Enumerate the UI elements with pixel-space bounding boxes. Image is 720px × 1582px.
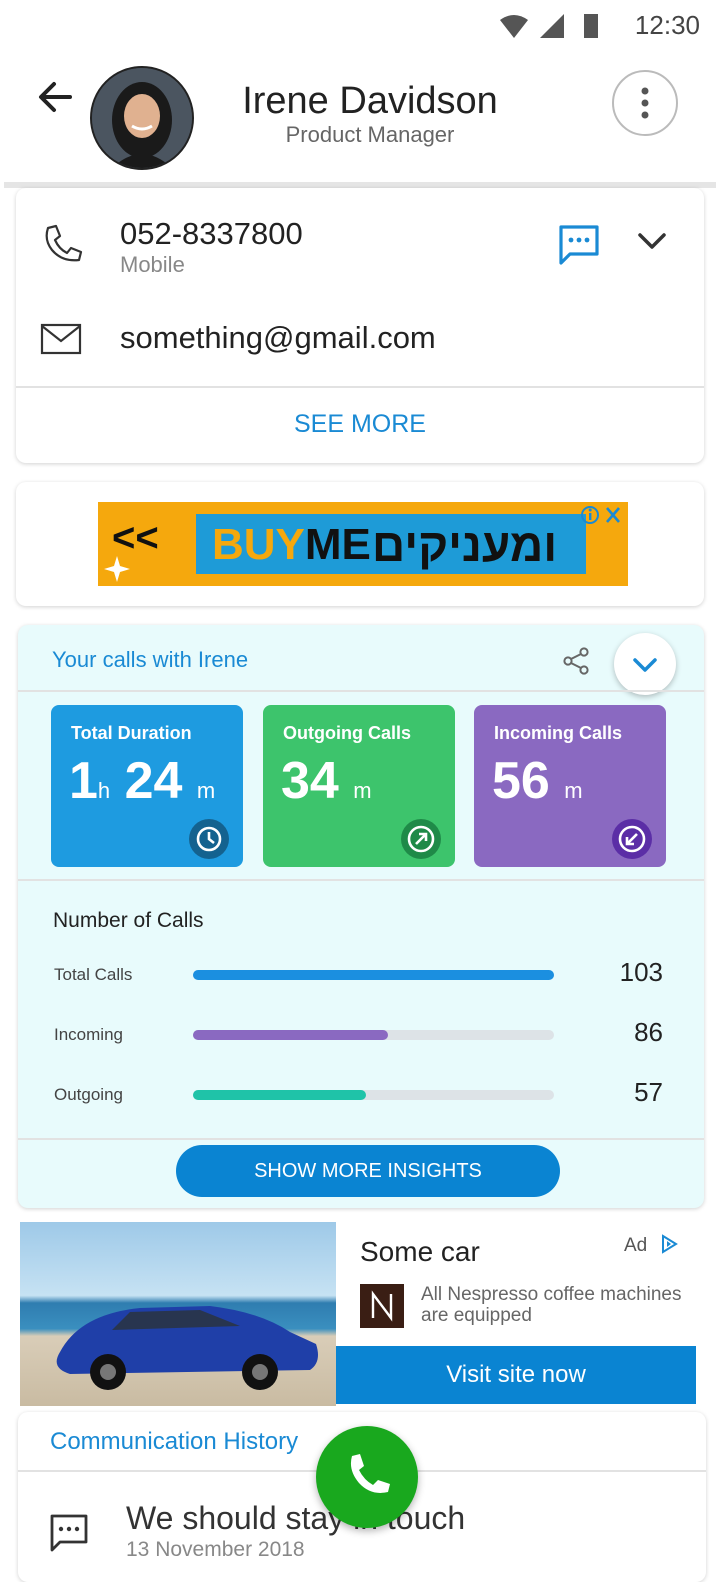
bar-label: Total Calls	[54, 965, 133, 984]
banner-arrows: <<	[112, 516, 159, 560]
battery-icon	[584, 14, 598, 38]
tile-label: Total Duration	[71, 723, 192, 743]
ad-badge-label: Ad	[624, 1235, 648, 1256]
ad-title[interactable]: Some car	[360, 1236, 480, 1268]
bar-label: Outgoing	[54, 1085, 123, 1104]
bar-value: 103	[619, 957, 663, 987]
back-arrow-icon[interactable]	[30, 72, 80, 122]
status-time: 12:30	[634, 10, 700, 40]
signal-icon	[540, 14, 564, 38]
outgoing-calls-tile[interactable]: Outgoing Calls 34 m	[263, 705, 455, 867]
outgoing-bar	[193, 1090, 554, 1100]
avatar-photo	[92, 68, 192, 168]
phone-icon	[350, 1454, 390, 1493]
ad-image[interactable]	[20, 1222, 336, 1406]
banner-ad[interactable]: << BUYME ומעניקים	[98, 502, 628, 586]
banner-hebrew-text: ומעניקים	[372, 519, 558, 571]
tile-label: Incoming Calls	[494, 723, 623, 743]
tile-label: Outgoing Calls	[283, 723, 411, 743]
tile-minutes: 56	[492, 752, 550, 810]
incoming-calls-tile[interactable]: Incoming Calls 56 m	[474, 705, 666, 867]
banner-brand-buy: BUY	[212, 520, 305, 569]
clock-icon	[189, 819, 229, 859]
status-icons	[500, 14, 598, 38]
tile-value: 56 m	[492, 751, 583, 811]
bar-label: Incoming	[54, 1025, 123, 1044]
bar-fill	[193, 1090, 367, 1100]
expand-calls-button[interactable]	[614, 633, 676, 695]
bar-fill	[193, 1030, 388, 1040]
see-more-button[interactable]: SEE MORE	[16, 410, 704, 439]
outgoing-arrow-icon	[401, 819, 441, 859]
tile-minutes-unit: m	[564, 778, 583, 803]
bar-value: 86	[634, 1017, 663, 1047]
ad-choices-icon[interactable]	[580, 504, 626, 526]
tiles-divider	[18, 879, 704, 881]
contact-header: Irene Davidson Product Manager	[0, 52, 720, 182]
status-bar: 12:30	[0, 0, 720, 52]
tile-minutes: 34	[281, 752, 339, 810]
ad-choices-icon	[661, 1234, 678, 1254]
email-address[interactable]: something@gmail.com	[120, 320, 436, 356]
history-date: 13 November 2018	[126, 1538, 305, 1561]
sparkle-icon	[104, 556, 130, 582]
incoming-arrow-icon	[612, 819, 652, 859]
number-of-calls-title: Number of Calls	[53, 909, 204, 932]
logo-mark	[371, 1290, 393, 1322]
phone-type-label: Mobile	[120, 252, 185, 277]
tile-hours-unit: h	[97, 778, 111, 803]
tile-hours: 1	[69, 752, 98, 810]
bars-divider	[18, 1138, 704, 1140]
native-ad[interactable]: Some car Ad All Nespresso coffee machine…	[20, 1222, 700, 1406]
phone-number[interactable]: 052-8337800	[120, 216, 303, 252]
chevron-down-icon[interactable]	[634, 226, 670, 256]
visit-site-button[interactable]: Visit site now	[336, 1346, 696, 1404]
calls-card-title: Your calls with Irene	[52, 647, 249, 672]
contact-name: Irene Davidson	[242, 80, 498, 122]
contact-job-title: Product Manager	[285, 122, 455, 147]
show-more-insights-button[interactable]: SHOW MORE INSIGHTS	[176, 1145, 560, 1197]
tile-value: 34 m	[281, 751, 372, 811]
nespresso-logo	[360, 1284, 404, 1328]
chevron-down-icon	[633, 658, 657, 672]
banner-brand: BUYME	[212, 520, 371, 570]
banner-brand-me: ME	[304, 520, 371, 569]
message-icon[interactable]	[556, 222, 602, 268]
incoming-bar	[193, 1030, 554, 1040]
ad-badge[interactable]: Ad	[624, 1234, 679, 1257]
more-options-button[interactable]	[612, 70, 678, 136]
history-title: Communication History	[50, 1428, 299, 1455]
tile-minutes-unit: m	[353, 778, 372, 803]
email-icon	[40, 323, 82, 355]
bar-value: 57	[634, 1077, 663, 1107]
tile-minutes-unit: m	[196, 778, 216, 803]
calls-insights-card: Your calls with Irene Total Duration 1h …	[18, 625, 704, 1208]
bar-fill	[193, 970, 554, 980]
avatar	[90, 66, 194, 170]
message-icon	[50, 1514, 88, 1552]
tile-minutes: 24	[124, 752, 183, 810]
card-divider	[16, 386, 704, 388]
ad-description: All Nespresso coffee machines are equipp…	[421, 1284, 682, 1326]
calls-header-divider	[18, 690, 704, 692]
phone-icon	[45, 224, 83, 262]
banner-ad-card: << BUYME ומעניקים	[16, 482, 704, 606]
contact-details-card: 052-8337800 Mobile something@gmail.com S…	[16, 188, 704, 463]
more-vert-icon	[641, 87, 649, 119]
total-duration-tile[interactable]: Total Duration 1h 24 m	[51, 705, 243, 867]
tile-value: 1h 24 m	[69, 751, 215, 811]
total-calls-bar	[193, 970, 554, 980]
share-icon[interactable]	[560, 645, 592, 677]
call-button[interactable]	[316, 1426, 418, 1528]
car-illustration	[56, 1306, 319, 1390]
banner-inner: BUYME ומעניקים	[196, 514, 586, 574]
wifi-icon	[500, 15, 528, 38]
